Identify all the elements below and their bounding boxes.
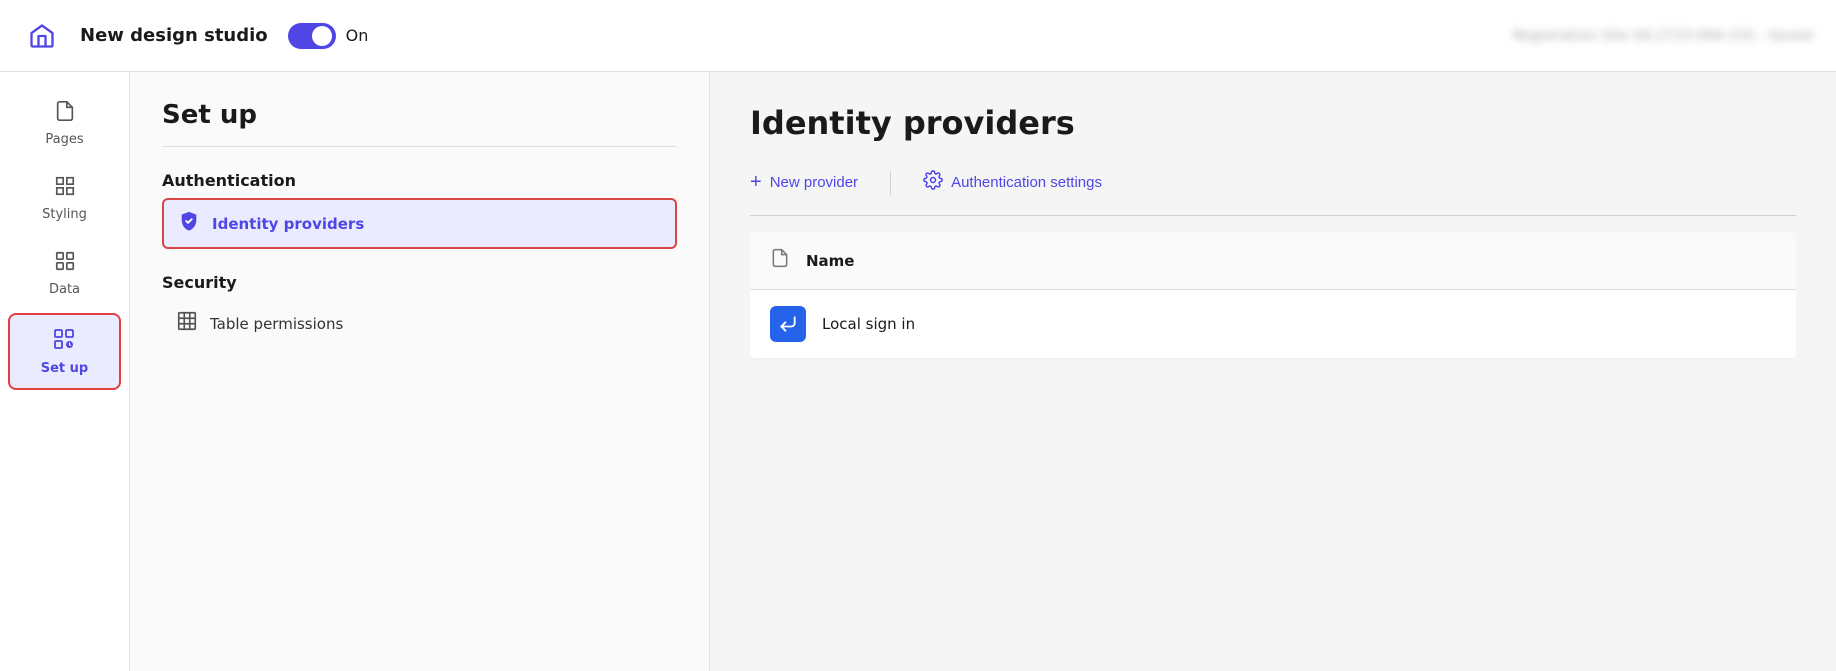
toggle-container: On [288,23,369,49]
name-col-label: Name [806,252,854,270]
setup-label: Set up [41,361,88,376]
main-content: Identity providers + New provider Authen… [710,72,1836,671]
setup-title: Set up [162,100,677,147]
status-text: Registration Site 04:2733-094-155 - Save… [1513,28,1812,44]
toggle-label: On [346,26,369,45]
styling-icon [54,175,76,203]
icon-nav: Pages Styling Da [0,72,130,671]
sidebar-item-setup[interactable]: Set up [8,313,122,390]
shield-icon [178,210,200,237]
main-layout: Pages Styling Da [0,72,1836,671]
app-title: New design studio [80,25,268,46]
setup-icon [52,327,76,357]
gear-icon [923,170,943,195]
sidebar-item-styling[interactable]: Styling [0,163,129,234]
content-title: Identity providers [750,104,1796,142]
home-icon[interactable] [24,18,60,54]
content-actions: + New provider Authentication settings [750,166,1796,216]
local-signin-icon [770,306,806,342]
pages-icon [54,100,76,128]
sidebar-item-identity-providers[interactable]: Identity providers [162,198,677,249]
new-provider-label: New provider [770,174,858,191]
plus-icon: + [750,171,762,194]
table-permissions-label: Table permissions [210,315,343,333]
new-provider-button[interactable]: + New provider [750,167,858,198]
pages-label: Pages [45,132,83,147]
setup-sidebar: Set up Authentication Identity providers… [130,72,710,671]
providers-table: Name Local sign in [750,232,1796,359]
identity-providers-label: Identity providers [212,215,364,233]
auth-settings-button[interactable]: Authentication settings [923,166,1102,199]
sidebar-item-data[interactable]: Data [0,238,129,309]
data-icon [54,250,76,278]
table-header: Name [750,232,1796,290]
sidebar-item-table-permissions[interactable]: Table permissions [162,300,677,347]
new-design-toggle[interactable] [288,23,336,49]
auth-settings-label: Authentication settings [951,174,1102,191]
security-section-header: Security [162,273,677,292]
name-col-icon [770,248,790,273]
authentication-section-header: Authentication [162,171,677,190]
actions-divider [890,171,891,195]
local-signin-label: Local sign in [822,315,915,333]
data-label: Data [49,282,80,297]
table-icon [176,310,198,337]
styling-label: Styling [42,207,87,222]
sidebar-item-pages[interactable]: Pages [0,88,129,159]
topbar: New design studio On Registration Site 0… [0,0,1836,72]
table-row[interactable]: Local sign in [750,290,1796,359]
